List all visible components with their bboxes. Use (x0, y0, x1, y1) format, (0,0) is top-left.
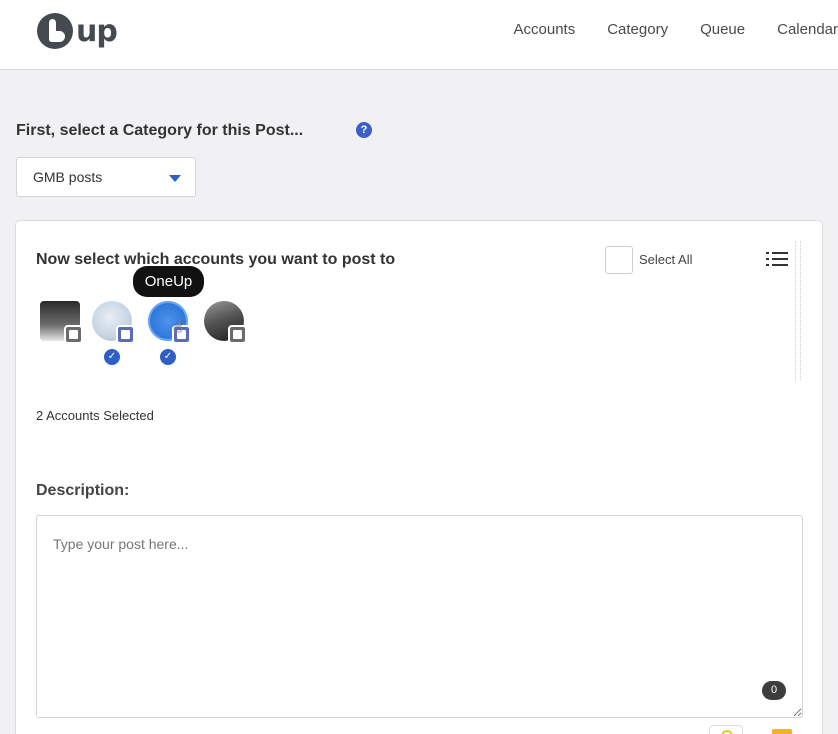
description-label: Description: (36, 482, 130, 499)
account-avatar-4[interactable] (204, 301, 247, 344)
category-heading: First, select a Category for this Post..… (16, 122, 304, 139)
emoji-button[interactable] (709, 725, 743, 734)
google-my-business-icon (116, 325, 135, 344)
google-my-business-icon (64, 325, 83, 344)
accounts-card-title: Now select which accounts you want to po… (36, 251, 396, 268)
accounts-card: Now select which accounts you want to po… (15, 220, 823, 734)
select-all-label[interactable]: Select All (639, 252, 692, 267)
list-view-icon[interactable] (766, 252, 788, 268)
smiley-icon (721, 730, 733, 734)
nav-link-accounts[interactable]: Accounts (514, 20, 576, 40)
nav-link-calendar[interactable]: Calendar (777, 20, 838, 40)
nav-link-category[interactable]: Category (607, 20, 668, 40)
logo-text: up (76, 13, 118, 49)
hand-pointer-logo-icon (37, 13, 73, 49)
top-navigation-bar: up Accounts Category Queue Calendar (0, 0, 838, 70)
category-dropdown[interactable]: GMB posts (16, 157, 196, 197)
main-nav: Accounts Category Queue Calendar (514, 20, 838, 40)
description-textarea[interactable] (36, 515, 803, 718)
media-upload-button[interactable] (772, 729, 792, 734)
account-avatar-oneup[interactable]: ✓ (148, 301, 191, 365)
account-name-tooltip: OneUp (133, 266, 204, 297)
character-counter: 0 (762, 681, 786, 700)
help-icon[interactable]: ? (356, 122, 372, 138)
select-all-checkbox[interactable] (605, 246, 633, 274)
google-my-business-icon (228, 325, 247, 344)
selected-check-icon: ✓ (104, 349, 120, 365)
nav-link-queue[interactable]: Queue (700, 20, 745, 40)
category-selected-value: GMB posts (33, 169, 103, 185)
account-avatar-2[interactable]: ✓ (92, 301, 135, 365)
oneup-logo[interactable]: up (37, 13, 118, 49)
hand-pointer-cursor-icon: ☝ (173, 319, 183, 336)
selected-check-icon: ✓ (160, 349, 176, 365)
selected-accounts-count: 2 Accounts Selected (36, 408, 154, 423)
accounts-scrollbar[interactable] (795, 241, 801, 381)
account-avatar-1[interactable] (40, 301, 83, 344)
caret-down-icon (169, 175, 181, 182)
